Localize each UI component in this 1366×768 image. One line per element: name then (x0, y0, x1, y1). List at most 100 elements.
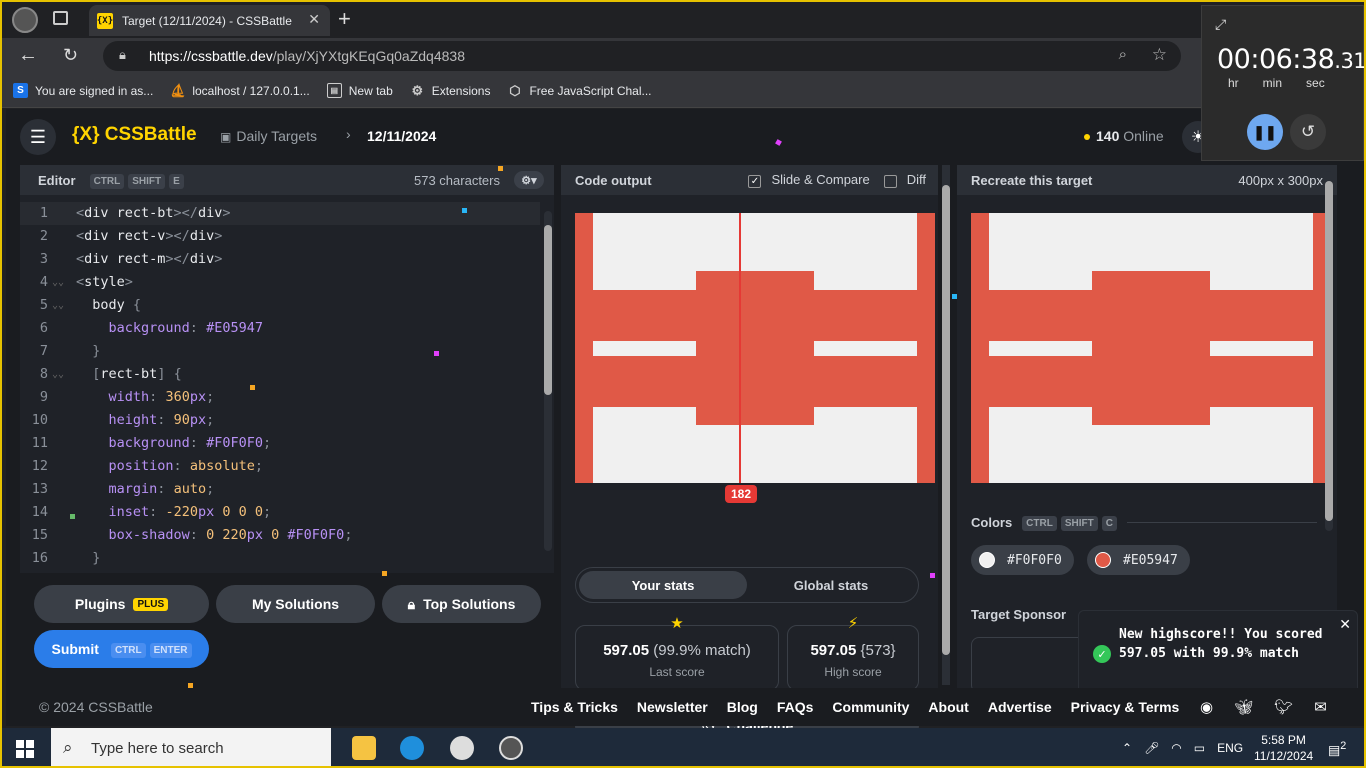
cssbattle-logo[interactable]: {X} CSSBattle (72, 124, 197, 146)
code-line[interactable]: 15 box-shadow: 0 220px 0 #F0F0F0; (20, 524, 540, 547)
fold-chevron-icon[interactable]: ⌄⌄ (52, 363, 76, 386)
mail-icon[interactable]: ✉ (1314, 698, 1327, 716)
checkbox-checked-icon[interactable]: ✓ (748, 174, 762, 188)
submit-button[interactable]: Submit CTRL ENTER (34, 630, 209, 668)
footer-link-newsletter[interactable]: Newsletter (637, 699, 708, 715)
profile-avatar[interactable] (12, 7, 38, 33)
code-line[interactable]: 10 height: 90px; (20, 409, 540, 432)
code-line[interactable]: 3 <div rect-m></div> (20, 248, 540, 271)
code-line[interactable]: 7 } (20, 340, 540, 363)
footer-link-faqs[interactable]: FAQs (777, 699, 814, 715)
scrollbar-thumb[interactable] (1325, 181, 1333, 521)
code-line[interactable]: 8 ⌄⌄ [rect-bt] { (20, 363, 540, 386)
mic-icon[interactable]: 🎤︎ (1144, 741, 1159, 755)
color-swatch-e05947[interactable]: #E05947 (1087, 545, 1190, 575)
taskbar-search[interactable]: ⌕ Type here to search (51, 728, 331, 766)
back-arrow-icon[interactable]: ← (18, 44, 38, 67)
colors-heading: Colors CTRL SHIFT C (971, 514, 1317, 531)
bookmark-signed-in[interactable]: S You are signed in as... (13, 83, 153, 98)
my-solutions-button[interactable]: My Solutions (216, 585, 375, 623)
submit-label: Submit (51, 641, 99, 657)
plugins-button[interactable]: Plugins PLUS (34, 585, 209, 623)
code-line[interactable]: 13 margin: auto; (20, 478, 540, 501)
output-title: Code output (575, 172, 652, 188)
windows-start-icon[interactable] (16, 740, 34, 758)
code-line[interactable]: 2 <div rect-v></div> (20, 225, 540, 248)
editor-scrollbar[interactable] (544, 211, 552, 551)
edge-icon[interactable] (400, 736, 424, 760)
footer-link-tips[interactable]: Tips & Tricks (531, 699, 618, 715)
top-solutions-button[interactable]: 🔒︎ Top Solutions (382, 585, 541, 623)
bluesky-icon[interactable]: 🦋︎ (1234, 698, 1253, 716)
browser-tab-active[interactable]: {X} Target (12/11/2024) - CSSBattle ✕ (89, 5, 330, 36)
high-score-label: High score (824, 665, 882, 679)
chevron-up-icon[interactable]: ⌃ (1122, 741, 1132, 755)
scrollbar-thumb[interactable] (942, 185, 950, 655)
target-scrollbar[interactable] (1325, 171, 1333, 531)
output-canvas[interactable] (575, 213, 935, 483)
code-line[interactable]: 11 background: #F0F0F0; (20, 432, 540, 455)
code-text: box-shadow: 0 220px 0 #F0F0F0; (108, 527, 353, 543)
footer-link-privacy[interactable]: Privacy & Terms (1071, 699, 1180, 715)
line-number: 2 (39, 228, 48, 244)
bookmark-extensions[interactable]: ⚙︎ Extensions (410, 83, 490, 98)
language-indicator[interactable]: ENG (1217, 741, 1243, 755)
battery-icon[interactable]: ▭ (1194, 741, 1205, 755)
lock-icon[interactable]: 🔒︎ (119, 47, 126, 63)
scrollbar-thumb[interactable] (544, 225, 552, 395)
reset-icon[interactable]: ↺ (1290, 114, 1326, 150)
zoom-icon[interactable]: ⌕ (1119, 46, 1127, 63)
code-line[interactable]: 12 position: absolute; (20, 455, 540, 478)
hamburger-menu-icon[interactable]: ☰ (20, 119, 56, 155)
footer-link-advertise[interactable]: Advertise (988, 699, 1052, 715)
toast-close-icon[interactable]: ✕ (1339, 617, 1351, 633)
wifi-icon[interactable]: ◠ (1171, 741, 1181, 755)
address-bar[interactable]: 🔒︎ https://cssbattle.dev/play/XjYXtgKEqG… (103, 41, 1181, 71)
footer-link-community[interactable]: Community (832, 699, 909, 715)
editor-settings-gear-icon[interactable]: ⚙▾ (514, 171, 544, 189)
code-line[interactable]: 6 background: #E05947 (20, 317, 540, 340)
tab-global-stats[interactable]: Global stats (747, 571, 915, 599)
breadcrumb-daily-targets[interactable]: ▣ Daily Targets (220, 128, 317, 144)
tab-your-stats[interactable]: Your stats (579, 571, 747, 599)
notification-icon[interactable]: ▤2 (1328, 740, 1346, 758)
code-line[interactable]: 4 ⌄⌄ <style> (20, 271, 540, 294)
code-editor[interactable]: 1 <div rect-bt></div> 2 <div rect-v></div> 3… (20, 202, 540, 576)
output-scrollbar[interactable] (942, 165, 950, 685)
color-swatch-f0f0f0[interactable]: #F0F0F0 (971, 545, 1074, 575)
code-text: } (92, 343, 101, 359)
code-line[interactable]: 9 width: 360px; (20, 386, 540, 409)
unit-sec: sec (1306, 76, 1325, 90)
discord-icon[interactable]: ◉ (1200, 698, 1213, 716)
compare-slider[interactable] (739, 213, 741, 483)
bookmark-js-challenges[interactable]: ⬡ Free JavaScript Chal... (507, 83, 651, 98)
tab-actions-icon[interactable] (53, 11, 68, 25)
footer-link-blog[interactable]: Blog (727, 699, 758, 715)
twitter-icon[interactable]: 🐦︎ (1274, 698, 1293, 716)
diff-toggle[interactable]: Diff (883, 172, 926, 188)
taskbar-clock[interactable]: 5:58 PM 11/12/2024 (1254, 732, 1313, 764)
new-tab-icon[interactable]: + (338, 6, 351, 32)
favorite-star-icon[interactable]: ☆ (1152, 45, 1167, 65)
stopwatch-fraction: .31 (1334, 49, 1366, 73)
slide-compare-toggle[interactable]: ✓ Slide & Compare (748, 172, 870, 188)
recorder-icon[interactable] (499, 736, 523, 760)
bookmark-new-tab[interactable]: ▤ New tab (326, 83, 393, 98)
bookmark-localhost[interactable]: ⛵︎ localhost / 127.0.0.1... (170, 83, 310, 98)
code-line[interactable]: 14 inset: -220px 0 0 0; (20, 501, 540, 524)
expand-icon[interactable]: ⤢ (1215, 16, 1226, 33)
pause-icon[interactable]: ❚❚ (1247, 114, 1283, 150)
windows-taskbar: ⌕ Type here to search ⌃ 🎤︎ ◠ ▭ ENG 5:58 … (2, 728, 1364, 766)
code-line[interactable]: 16 } (20, 547, 540, 570)
fold-chevron-icon[interactable]: ⌄⌄ (52, 271, 76, 294)
file-explorer-icon[interactable] (352, 736, 376, 760)
tab-close-icon[interactable]: ✕ (308, 11, 320, 28)
reload-icon[interactable]: ↻ (63, 45, 78, 66)
fold-chevron-icon[interactable]: ⌄⌄ (52, 294, 76, 317)
footer-link-about[interactable]: About (928, 699, 968, 715)
code-line[interactable]: 1 <div rect-bt></div> (20, 202, 540, 225)
code-line[interactable]: 5 ⌄⌄ body { (20, 294, 540, 317)
checkbox-icon[interactable] (883, 174, 897, 188)
clock-app-icon[interactable] (450, 736, 474, 760)
kbd-shift: SHIFT (128, 173, 166, 189)
